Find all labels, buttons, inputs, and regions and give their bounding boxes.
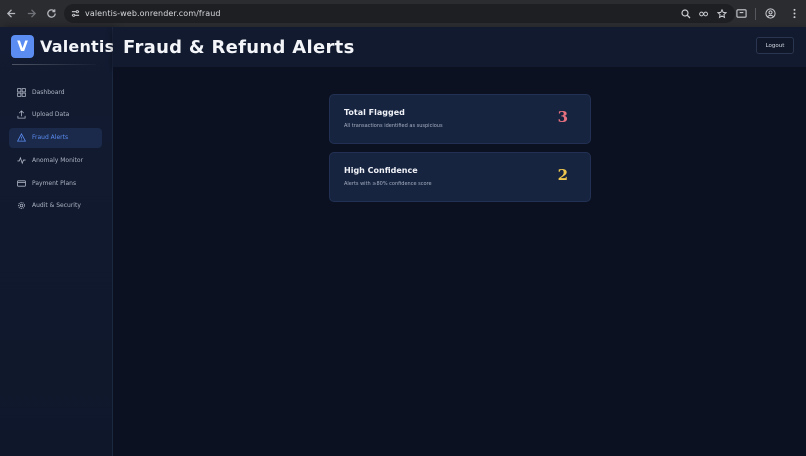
sidebar-item-label: Upload Data	[32, 111, 70, 119]
warning-triangle-icon	[17, 133, 26, 142]
pulse-icon	[17, 156, 26, 165]
address-bar[interactable]: valentis-web.onrender.com/fraud	[64, 4, 735, 23]
brand-name: Valentis	[40, 37, 115, 56]
sidebar-item-label: Payment Plans	[32, 179, 77, 187]
reload-button[interactable]	[41, 0, 61, 27]
back-button[interactable]	[1, 0, 21, 27]
url-text[interactable]: valentis-web.onrender.com/fraud	[85, 9, 221, 18]
arrow-left-icon	[6, 9, 15, 18]
sidebar-item-label: Audit & Security	[32, 202, 81, 210]
browser-toolbar: valentis-web.onrender.com/fraud	[0, 0, 806, 27]
card-icon	[17, 179, 26, 188]
sidebar-item-fraud-alerts[interactable]: Fraud Alerts	[9, 127, 102, 148]
arrow-right-icon	[27, 9, 36, 18]
sidebar: V Valentis Dashboard Upload Data Fraud A…	[0, 27, 114, 456]
card-title: Total Flagged	[344, 108, 405, 117]
sidebar-item-dashboard[interactable]: Dashboard	[9, 82, 102, 102]
high-confidence-card: High Confidence Alerts with ≥80% confide…	[329, 152, 591, 202]
site-settings-icon[interactable]	[66, 4, 84, 23]
bookmark-star-icon[interactable]	[717, 8, 727, 19]
brand-logo: V	[11, 35, 34, 58]
upload-icon	[17, 110, 26, 119]
tab-search-icon	[735, 9, 747, 18]
gear-icon	[17, 201, 26, 210]
sidebar-item-upload-data[interactable]: Upload Data	[9, 105, 102, 125]
sidebar-item-label: Anomaly Monitor	[32, 156, 84, 164]
sidebar-item-payment-plans[interactable]: Payment Plans	[9, 173, 102, 193]
card-value: 2	[557, 166, 568, 184]
grid-icon	[17, 87, 26, 97]
profile-button[interactable]	[758, 0, 782, 27]
password-key-icon[interactable]	[699, 9, 709, 19]
total-flagged-card: Total Flagged All transactions identifie…	[329, 94, 591, 144]
toolbar-divider	[755, 7, 756, 20]
brand-divider	[12, 64, 96, 65]
logout-button[interactable]: Logout	[756, 37, 794, 54]
page-header: Fraud & Refund Alerts Logout	[113, 27, 806, 67]
sidebar-item-label: Fraud Alerts	[32, 134, 69, 142]
sidebar-item-anomaly-monitor[interactable]: Anomaly Monitor	[9, 150, 102, 170]
card-subtitle: Alerts with ≥80% confidence score	[344, 181, 432, 187]
card-title: High Confidence	[344, 166, 418, 175]
card-subtitle: All transactions identified as suspiciou…	[344, 123, 443, 129]
kebab-menu-icon	[792, 8, 796, 19]
sidebar-item-audit-security[interactable]: Audit & Security	[9, 196, 102, 216]
main-content: Total Flagged All transactions identifie…	[113, 67, 806, 456]
sidebar-item-label: Dashboard	[32, 88, 65, 96]
zoom-icon[interactable]	[681, 8, 691, 19]
browser-menu-button[interactable]	[782, 0, 806, 27]
sidebar-nav: Dashboard Upload Data Fraud Alerts Anoma…	[9, 82, 102, 219]
profile-icon	[764, 8, 776, 19]
card-value: 3	[557, 108, 568, 126]
brand[interactable]: V Valentis	[11, 35, 114, 58]
forward-button[interactable]	[21, 0, 41, 27]
page-title: Fraud & Refund Alerts	[123, 37, 355, 58]
reload-icon	[46, 9, 56, 18]
extensions-button[interactable]	[729, 0, 753, 27]
